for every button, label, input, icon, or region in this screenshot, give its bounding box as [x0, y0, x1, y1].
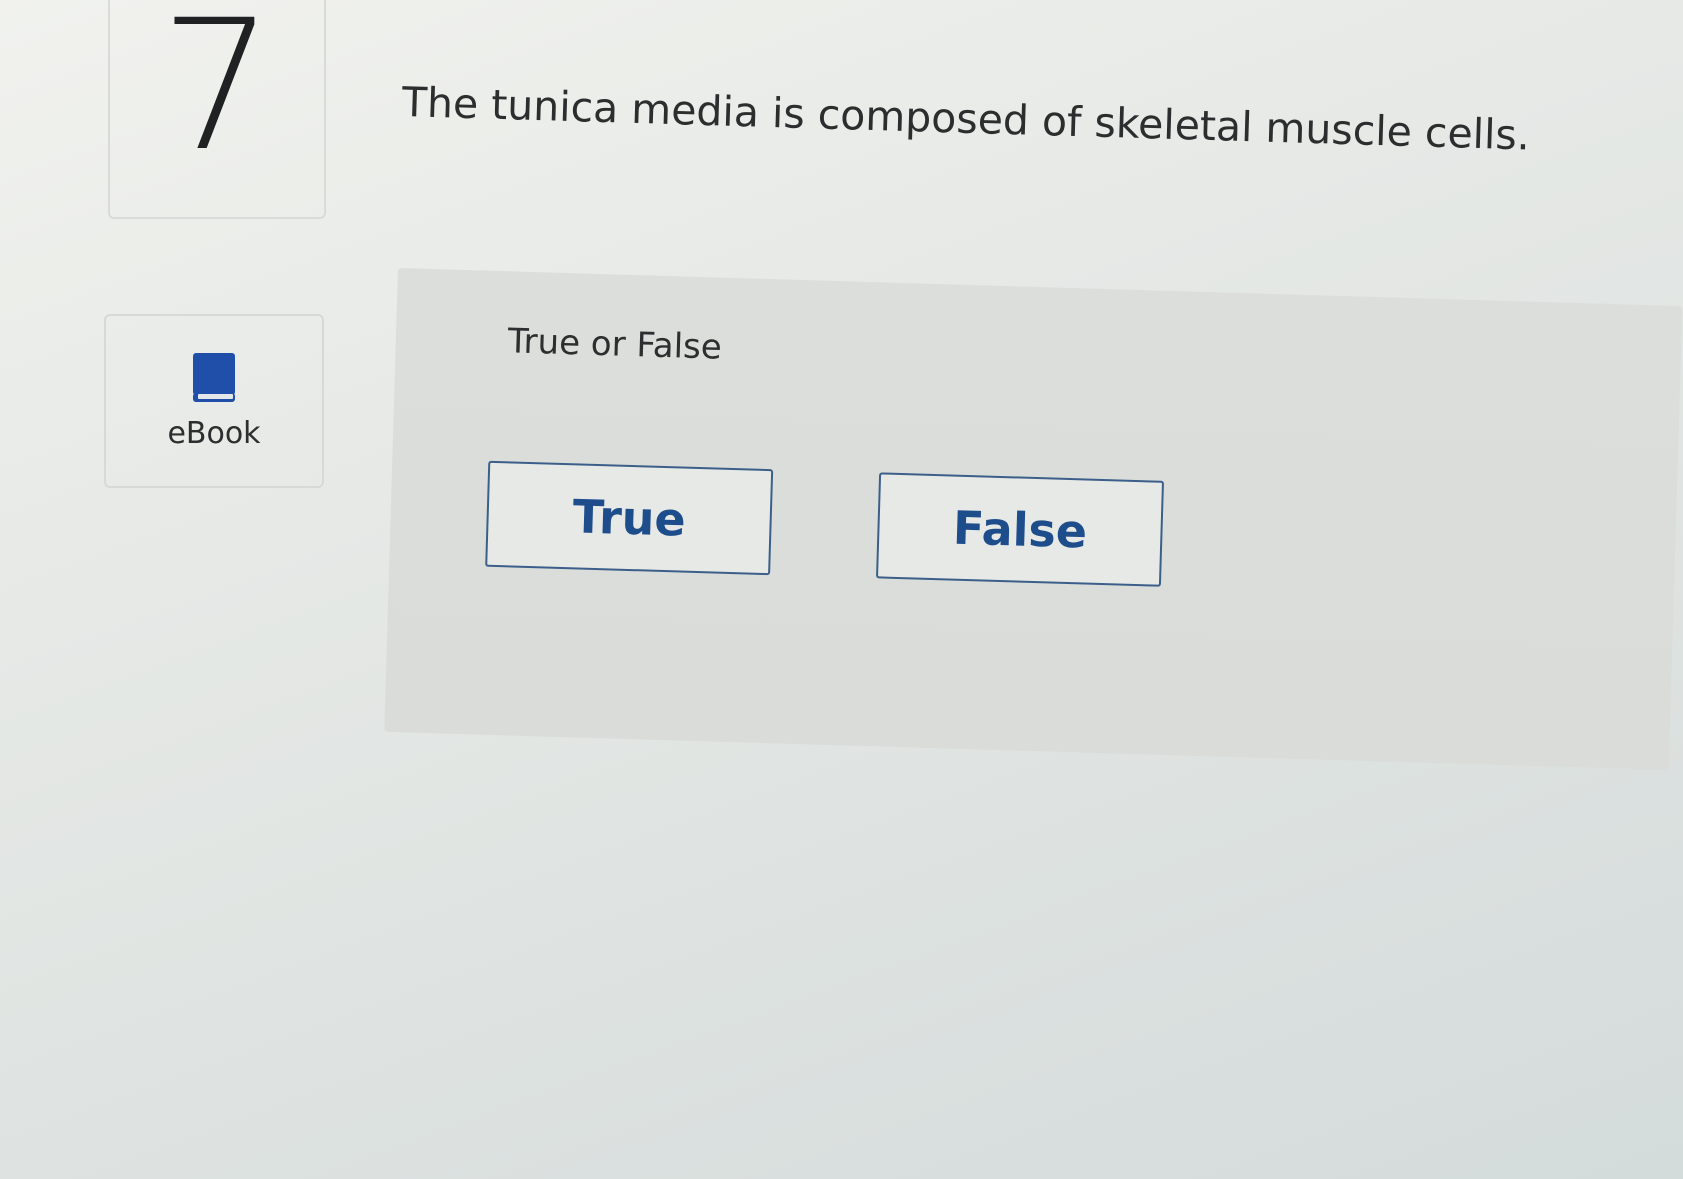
question-number: 7 — [159, 0, 275, 191]
false-button[interactable]: False — [876, 472, 1165, 587]
true-button[interactable]: True — [485, 460, 774, 576]
question-text: The tunica media is composed of skeletal… — [401, 78, 1531, 160]
question-type-label: True or False — [507, 321, 723, 368]
question-number-card: 7 — [108, 0, 326, 219]
book-icon — [193, 352, 235, 402]
ebook-button[interactable]: eBook — [104, 314, 324, 488]
answer-panel: True or False True False — [384, 268, 1683, 770]
ebook-label: eBook — [167, 415, 261, 451]
